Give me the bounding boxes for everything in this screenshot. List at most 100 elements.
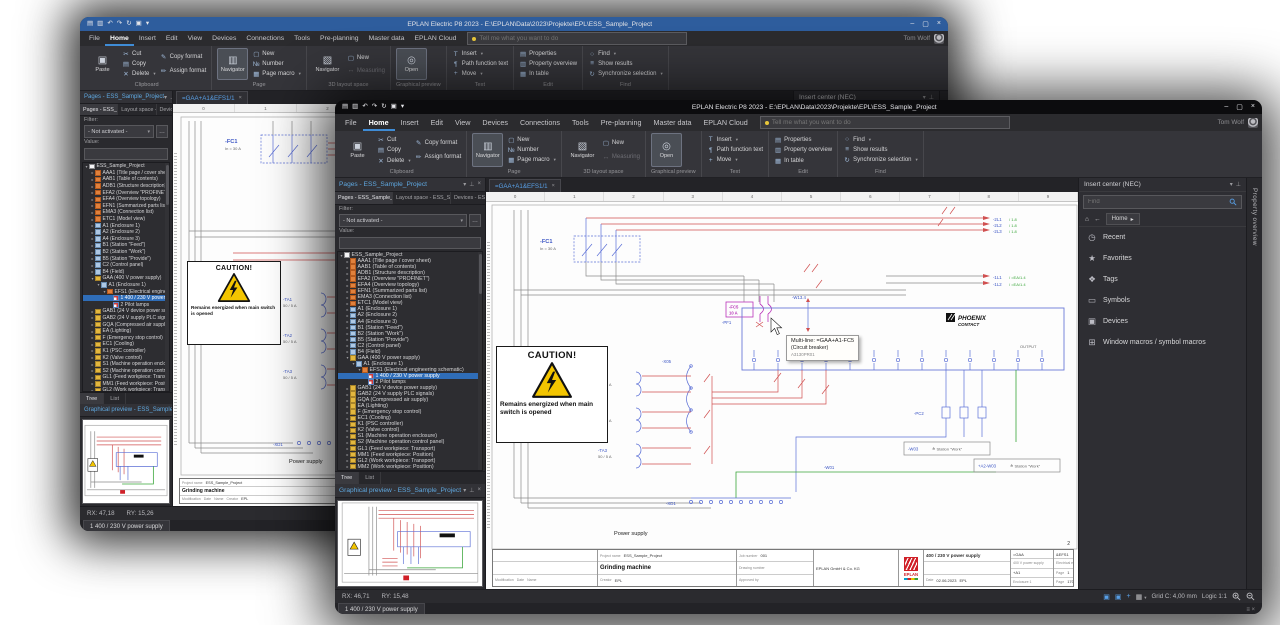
tell-me-search[interactable]: [467, 32, 687, 45]
restore-button[interactable]: ▢: [922, 20, 929, 28]
open-preview-button[interactable]: ◎Open: [396, 48, 427, 80]
close-button[interactable]: ×: [937, 20, 941, 28]
qat-icon[interactable]: ↷: [117, 17, 122, 31]
copy-button[interactable]: ▤Copy: [377, 146, 411, 154]
copy-format-button[interactable]: ✎Copy format: [160, 53, 207, 61]
delete-button[interactable]: ✕Delete: [122, 70, 156, 78]
tree-item[interactable]: ▸ADB1 (Structure description): [83, 183, 169, 190]
pin-icon[interactable]: ⊥: [1236, 181, 1241, 188]
insert-center-item[interactable]: ◷Recent: [1079, 227, 1246, 248]
in-table-button[interactable]: ▦In table: [519, 70, 577, 78]
in-table-button[interactable]: ▦In table: [774, 157, 832, 165]
tree-item[interactable]: ▸MM3 (Work workpiece: Position): [338, 470, 482, 471]
restore-button[interactable]: ▢: [1236, 103, 1243, 111]
ribbon-tab[interactable]: Pre-planning: [595, 114, 648, 131]
qat-icon[interactable]: ▣: [136, 17, 142, 31]
page-number-button[interactable]: №Number: [252, 61, 301, 68]
filter-more-button[interactable]: …: [469, 214, 481, 227]
qat-icon[interactable]: ▥: [97, 17, 103, 31]
tree-item[interactable]: ▸F (Emergency stop control): [83, 334, 169, 341]
ribbon-tab[interactable]: File: [84, 31, 105, 46]
tree-item[interactable]: ▸EFA2 (Overview "PROFINET"): [83, 189, 169, 196]
properties-button[interactable]: ▤Properties: [519, 50, 577, 58]
crosshair-icon[interactable]: +: [1127, 593, 1131, 600]
ribbon-tab[interactable]: Devices: [207, 31, 241, 46]
page-navigator-button[interactable]: ▥Navigator: [472, 133, 503, 167]
insert-center-search[interactable]: [1083, 195, 1242, 209]
ribbon-tab[interactable]: Tools: [289, 31, 315, 46]
drawing-canvas[interactable]: -2L1/ 1.8 -2L2/ 1.8 -2L3/ 1.8 -FC1 In = …: [486, 202, 1078, 589]
close-icon[interactable]: ×: [239, 95, 242, 101]
tree-item[interactable]: ▸K1 (PSC controller): [83, 348, 169, 355]
tree-item[interactable]: ▸EFN1 (Summarized parts list): [83, 203, 169, 210]
ribbon-tab[interactable]: Pre-planning: [315, 31, 364, 46]
tree-item[interactable]: ▸C2 (Control panel): [83, 262, 169, 269]
back-icon[interactable]: ←: [1094, 216, 1101, 223]
tree-item[interactable]: 1 400 / 230 V power supply: [83, 295, 169, 302]
open-preview-button[interactable]: ◎Open: [651, 133, 682, 167]
page-new-button[interactable]: ▢New: [252, 50, 301, 58]
tree-item[interactable]: ▸EA (Lighting): [83, 328, 169, 335]
tree-item[interactable]: ▸B5 (Station "Provide"): [83, 255, 169, 262]
ribbon-tab[interactable]: Connections: [514, 114, 566, 131]
find-button[interactable]: ○Find: [843, 136, 918, 143]
ribbon-tab[interactable]: Master data: [364, 31, 410, 46]
qat-icon[interactable]: ▾: [401, 100, 404, 114]
snap-icon[interactable]: ▣: [1103, 593, 1110, 601]
page-navigator-button[interactable]: ▥Navigator: [217, 48, 248, 80]
ribbon-tab[interactable]: EPLAN Cloud: [409, 31, 461, 46]
insert-center-item[interactable]: ▣Devices: [1079, 311, 1246, 332]
panel-tab[interactable]: Pages - ESS_Sample_P...: [80, 104, 118, 115]
tree-item[interactable]: ▾ESS_Sample_Project: [83, 163, 169, 170]
search-input[interactable]: [479, 35, 682, 42]
ribbon-tab[interactable]: Master data: [648, 114, 698, 131]
ribbon-tab[interactable]: Edit: [425, 114, 449, 131]
tree-item[interactable]: ▸A2 (Enclosure 2): [83, 229, 169, 236]
user-badge[interactable]: Tom Wolf: [1217, 114, 1258, 131]
panel-tab[interactable]: Layout space - ESS_Sa...: [393, 192, 451, 204]
tree-list-tab[interactable]: List: [359, 472, 381, 484]
dropdown-icon[interactable]: ▾: [463, 181, 466, 188]
tree-item[interactable]: ▸B1 (Station "Feed"): [83, 242, 169, 249]
ribbon-tab[interactable]: View: [183, 31, 208, 46]
pin-icon[interactable]: ⊥: [469, 487, 474, 494]
tree-scrollbar[interactable]: [478, 252, 482, 470]
ribbon-tab[interactable]: Insert: [134, 31, 161, 46]
filter-more-button[interactable]: …: [156, 125, 168, 138]
tree-item[interactable]: ▸ETC1 (Model view): [83, 216, 169, 223]
tree-item[interactable]: ▸S2 (Machine operation control panel): [83, 367, 169, 374]
qat-icon[interactable]: ▥: [352, 100, 358, 114]
document-tab[interactable]: =GAA+A1&EFS1/1×: [489, 179, 561, 192]
panel-tab[interactable]: Devices - ESS_Sample_...: [451, 192, 485, 204]
tree-item[interactable]: 2 Pilot lamps: [83, 301, 169, 308]
show-results-button[interactable]: ≡Show results: [588, 60, 663, 67]
pin-icon[interactable]: ⊥: [469, 181, 474, 188]
tree-item[interactable]: ▸GAB2 (24 V supply PLC signals): [83, 315, 169, 322]
path-function-text-button[interactable]: ¶Path function text: [452, 61, 508, 68]
panel-tab[interactable]: Pages - ESS_Sample_P...: [335, 192, 393, 204]
show-results-button[interactable]: ≡Show results: [843, 146, 918, 153]
copy-format-button[interactable]: ✎Copy format: [415, 139, 462, 147]
synchronize-selection-button[interactable]: ↻Synchronize selection: [843, 156, 918, 164]
3d-navigator-button[interactable]: ▧Navigator: [567, 133, 598, 167]
text-insert-button[interactable]: TInsert: [707, 136, 763, 143]
3d-new-button[interactable]: ▢New: [347, 54, 385, 62]
ribbon-tab[interactable]: Connections: [241, 31, 289, 46]
tree-item[interactable]: ▸EMA3 (Connection list): [83, 209, 169, 216]
minimize-button[interactable]: –: [910, 20, 914, 28]
property-overview-button[interactable]: ▥Property overview: [519, 60, 577, 68]
preview-thumbnail[interactable]: [337, 500, 483, 587]
insert-center-item[interactable]: ⊞Window macros / symbol macros: [1079, 332, 1246, 353]
dropdown-icon[interactable]: ▾: [463, 487, 466, 494]
tell-me-search[interactable]: [760, 116, 1010, 129]
assign-format-button[interactable]: ✏Assign format: [415, 153, 462, 161]
minimize-button[interactable]: –: [1224, 103, 1228, 111]
tree-item[interactable]: ▸S1 (Machine operation enclosure): [83, 361, 169, 368]
text-insert-button[interactable]: TInsert: [452, 51, 508, 58]
ribbon-tab[interactable]: File: [339, 114, 363, 131]
user-badge[interactable]: Tom Wolf: [903, 31, 944, 46]
filter-select[interactable]: - Not activated -▾: [339, 214, 467, 227]
tree-item[interactable]: ▸AAA1 (Title page / cover sheet): [83, 170, 169, 177]
tree-expander[interactable]: ▸: [345, 470, 350, 471]
cut-button[interactable]: ✂Cut: [122, 50, 156, 58]
